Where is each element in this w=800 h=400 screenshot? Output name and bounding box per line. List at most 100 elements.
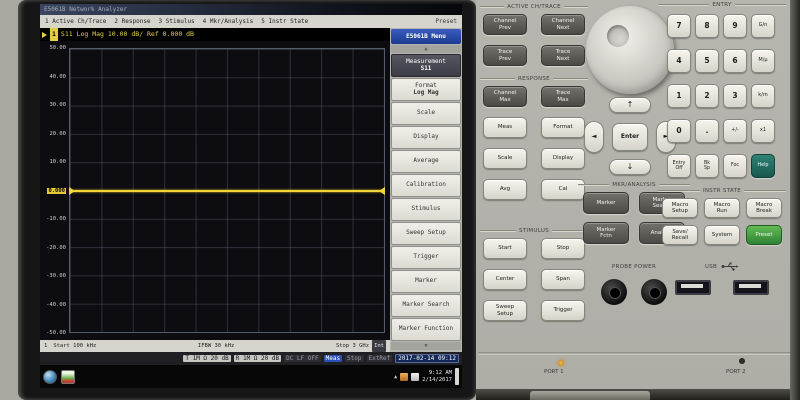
softkey-measurement[interactable]: Measurement S11 <box>391 54 461 77</box>
menu-response[interactable]: 2 Response <box>114 15 150 28</box>
arrow-up-button[interactable]: ↑ <box>609 97 651 113</box>
panel-seam <box>478 352 792 355</box>
display-button[interactable]: Display <box>541 148 585 169</box>
graticule: 50.00 40.00 30.00 20.00 10.00 0.000 -10.… <box>40 41 390 340</box>
usb-icon <box>721 262 739 271</box>
analyzer-app-icon[interactable] <box>61 370 75 384</box>
key-8[interactable]: 8 <box>695 14 719 38</box>
entry-off-button[interactable]: Entry Off <box>667 154 691 178</box>
taskbar-clock: 9:12 AM 2/14/2017 <box>422 370 452 383</box>
y-label: 50.00 <box>49 45 66 51</box>
softkey-format[interactable]: Format Log Mag <box>391 78 461 101</box>
taskbar-edge-handle <box>455 368 459 385</box>
softkey-trigger[interactable]: Trigger <box>391 246 461 269</box>
section-instr-state: INSTR STATE Macro Setup Macro Run Macro … <box>658 186 786 245</box>
enter-button[interactable]: Enter <box>612 123 648 151</box>
tray-expand-icon[interactable]: ▲ <box>394 374 397 380</box>
start-button[interactable]: Start <box>483 238 527 259</box>
port1-led <box>558 360 564 366</box>
menu-preset[interactable]: Preset <box>435 15 457 28</box>
y-label: 20.00 <box>49 131 66 137</box>
key-3[interactable]: 3 <box>723 84 747 108</box>
channel-max-button[interactable]: Channel Max <box>483 86 527 107</box>
format-button[interactable]: Format <box>541 117 585 138</box>
y-label: 10.00 <box>49 159 66 165</box>
softkey-marker-function[interactable]: Marker Function <box>391 318 461 341</box>
key-decimal[interactable]: . <box>695 119 719 143</box>
channel-prev-button[interactable]: Channel Prev <box>483 14 527 35</box>
softkey-scroll-up[interactable]: ▲ <box>391 45 461 53</box>
section-label: STIMULUS <box>519 228 549 234</box>
port1-connector-top <box>530 391 650 400</box>
macro-run-button[interactable]: Macro Run <box>704 198 740 218</box>
system-button[interactable]: System <box>704 225 740 245</box>
center-button[interactable]: Center <box>483 269 527 290</box>
r-port-status: R 1M Ω 20 dB <box>234 355 281 362</box>
key-kilo-milli[interactable]: k/m <box>751 84 775 108</box>
softkey-sweep-setup[interactable]: Sweep Setup <box>391 222 461 245</box>
window-titlebar: E5061B Network Analyzer <box>40 4 462 15</box>
key-6[interactable]: 6 <box>723 49 747 73</box>
avg-button[interactable]: Avg <box>483 179 527 200</box>
softkey-average[interactable]: Average <box>391 150 461 173</box>
macro-setup-button[interactable]: Macro Setup <box>662 198 698 218</box>
softkey-scale[interactable]: Scale <box>391 102 461 125</box>
backspace-button[interactable]: Bk Sp <box>695 154 719 178</box>
meas-status: Meas <box>324 355 342 362</box>
menu-stimulus[interactable]: 3 Stimulus <box>159 15 195 28</box>
trace-prev-button[interactable]: Trace Prev <box>483 45 527 66</box>
sweep-setup-button[interactable]: Sweep Setup <box>483 300 527 321</box>
key-7[interactable]: 7 <box>667 14 691 38</box>
key-5[interactable]: 5 <box>695 49 719 73</box>
softkey-display[interactable]: Display <box>391 126 461 149</box>
softkey-marker[interactable]: Marker <box>391 270 461 293</box>
key-x1[interactable]: x1 <box>751 119 775 143</box>
key-1[interactable]: 1 <box>667 84 691 108</box>
section-active-ch-trace: ACTIVE CH/TRACE Channel Prev Channel Nex… <box>480 2 588 66</box>
key-2[interactable]: 2 <box>695 84 719 108</box>
y-label-reference: 0.000 <box>47 188 66 194</box>
y-label: 30.00 <box>49 102 66 108</box>
window-title: E5061B Network Analyzer <box>44 6 127 13</box>
trace-ref-marker-right <box>379 187 385 195</box>
key-0[interactable]: 0 <box>667 119 691 143</box>
help-button[interactable]: Help <box>751 154 775 178</box>
usb-port-1 <box>675 280 711 295</box>
channel-next-button[interactable]: Channel Next <box>541 14 585 35</box>
analyzer-screen: E5061B Network Analyzer 1 Active Ch/Trac… <box>40 4 462 388</box>
trace-next-button[interactable]: Trace Next <box>541 45 585 66</box>
meas-button[interactable]: Meas <box>483 117 527 138</box>
menu-instr-state[interactable]: 5 Instr State <box>261 15 308 28</box>
focus-button[interactable]: Foc <box>723 154 747 178</box>
key-giga-nano[interactable]: G/n <box>751 14 775 38</box>
macro-break-button[interactable]: Macro Break <box>746 198 782 218</box>
key-mega-micro[interactable]: M/µ <box>751 49 775 73</box>
save-recall-button[interactable]: Save/ Recall <box>662 225 698 245</box>
menu-active-ch-trace[interactable]: 1 Active Ch/Trace <box>45 15 106 28</box>
softkey-marker-search[interactable]: Marker Search <box>391 294 461 317</box>
marker-button[interactable]: Marker <box>583 192 629 214</box>
key-4[interactable]: 4 <box>667 49 691 73</box>
arrow-down-button[interactable]: ↓ <box>609 159 651 175</box>
menu-bar: 1 Active Ch/Trace 2 Response 3 Stimulus … <box>40 15 462 28</box>
trace-max-button[interactable]: Trace Max <box>541 86 585 107</box>
softkey-scroll-down[interactable]: ▼ <box>391 342 461 350</box>
tray-icon-1[interactable] <box>400 373 408 381</box>
softkey-calibration[interactable]: Calibration <box>391 174 461 197</box>
section-entry: ENTRY 7 8 9 G/n 4 5 6 M/µ 1 2 3 k/m 0 . … <box>658 0 786 178</box>
softkey-stimulus[interactable]: Stimulus <box>391 198 461 221</box>
tray-icon-2[interactable] <box>411 373 419 381</box>
key-9[interactable]: 9 <box>723 14 747 38</box>
key-plus-minus[interactable]: +/- <box>723 119 747 143</box>
scale-button[interactable]: Scale <box>483 148 527 169</box>
preset-button[interactable]: Preset <box>746 225 782 245</box>
softkey-menu-header: E5061B Menu <box>391 29 461 44</box>
marker-fctn-button[interactable]: Marker Fctn <box>583 222 629 244</box>
start-globe-icon[interactable] <box>43 370 57 384</box>
sweep-status: Stop <box>345 355 363 362</box>
menu-mkr-analysis[interactable]: 4 Mkr/Analysis <box>203 15 254 28</box>
datetime-status: 2017-02-14 09:12 <box>395 354 459 363</box>
windows-taskbar: ▲ 9:12 AM 2/14/2017 <box>40 365 462 388</box>
arrow-left-button[interactable]: ◄ <box>584 121 604 153</box>
reference-status: ExtRef <box>367 355 393 362</box>
